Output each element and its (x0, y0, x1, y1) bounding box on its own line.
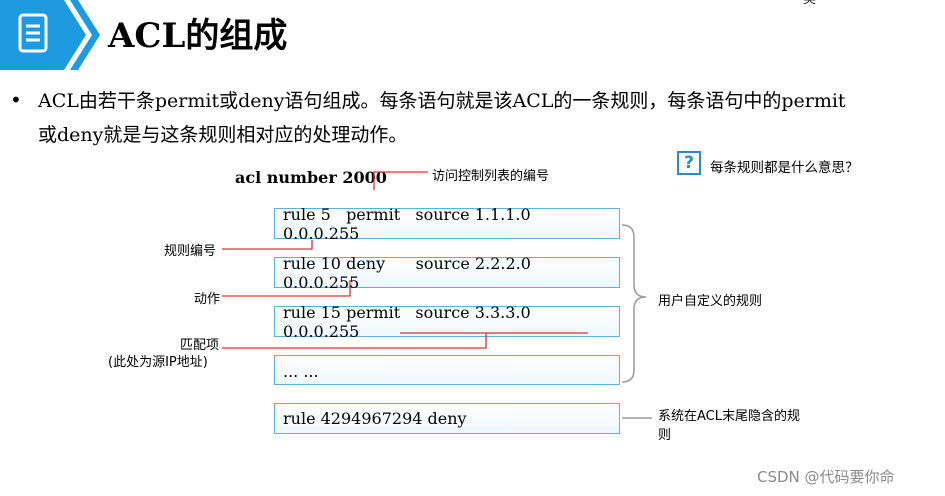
rule-line: rule 10 deny source 2.2.2.0 (283, 254, 531, 273)
paragraph-line-1: ACL由若干条permit或deny语句组成。每条语句就是该ACL的一条规则，每… (38, 90, 846, 112)
rule-box: rule 10 deny source 2.2.2.0 0.0.0.255 (274, 254, 620, 292)
rule-line: 0.0.0.255 (283, 224, 360, 243)
system-rule-label-cont: 则 (658, 428, 672, 443)
watermark: CSDN @代码要你命 (757, 468, 895, 486)
rule-box: ... ... (274, 355, 620, 385)
acl-number-label: 访问控制列表的编号 (432, 169, 550, 184)
rule-line: rule 15 permit source 3.3.3.0 (283, 303, 531, 322)
question-icon: ? (677, 151, 701, 175)
rule-box: rule 5 permit source 1.1.1.0 0.0.0.255 (274, 205, 620, 243)
page-title: ACL的组成 (108, 16, 288, 56)
match-item-note: (此处为源IP地址) (108, 355, 208, 370)
document-icon (0, 0, 100, 70)
rule-line: ... ... (283, 362, 319, 381)
rule-number-label: 规则编号 (164, 244, 217, 259)
rule-box: rule 15 permit source 3.3.3.0 0.0.0.255 (274, 303, 620, 341)
rule-box: rule 4294967294 deny (274, 403, 620, 434)
rule-line: 0.0.0.255 (283, 322, 360, 341)
user-defined-label: 用户自定义的规则 (658, 294, 763, 309)
bullet-marker: • (10, 88, 22, 112)
question-text: 每条规则都是什么意思？ (710, 160, 859, 176)
rule-line: rule 4294967294 deny (283, 409, 467, 428)
corner-mark: 美 (803, 0, 816, 7)
acl-number-command: acl number 2000 (235, 168, 387, 187)
paragraph-line-2: 或deny就是与这条规则相对应的处理动作。 (38, 124, 408, 146)
system-rule-label: 系统在ACL末尾隐含的规 (658, 409, 800, 424)
rule-line: 0.0.0.255 (283, 273, 360, 292)
action-label: 动作 (194, 292, 221, 307)
rule-line: rule 5 permit source 1.1.1.0 (283, 205, 531, 224)
